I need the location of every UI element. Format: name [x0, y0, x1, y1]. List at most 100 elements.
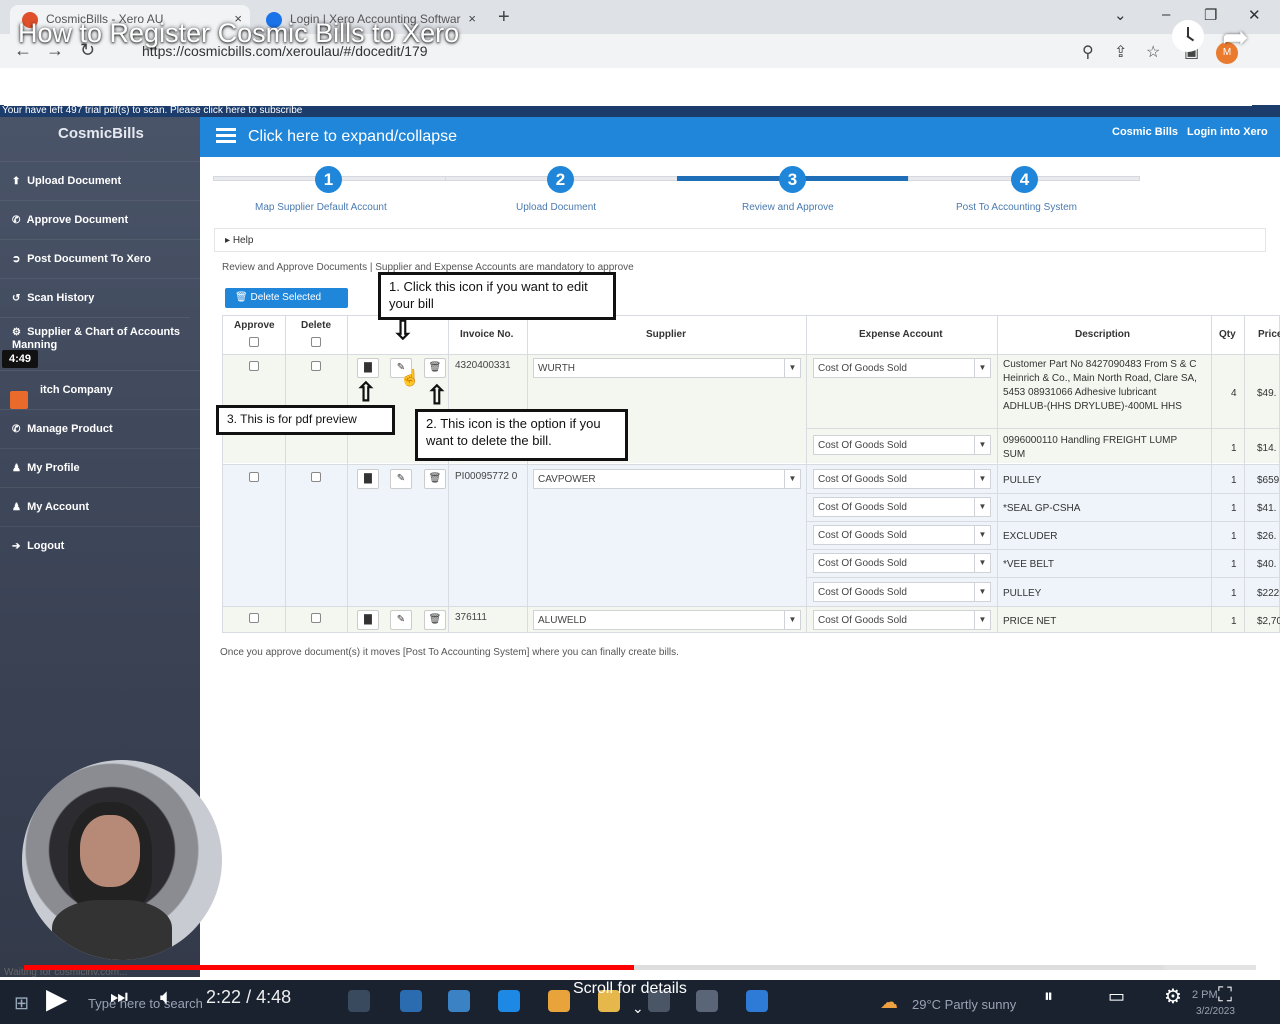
brand-logo[interactable]: CosmicBills	[58, 125, 144, 142]
expense-account-select[interactable]: Cost Of Goods Sold ▼	[813, 610, 991, 630]
edit-button[interactable]: ✎	[390, 469, 412, 489]
step-1-circle[interactable]: 1	[315, 166, 342, 193]
sidebar-item-scan-history[interactable]: ↺ Scan History	[0, 278, 200, 317]
next-video-icon[interactable]: ⏭	[110, 986, 128, 1009]
step-4-circle[interactable]: 4	[1011, 166, 1038, 193]
pdf-preview-button[interactable]: ▇	[357, 469, 379, 489]
mail-app-icon[interactable]	[400, 990, 422, 1012]
sidebar-item-upload-document[interactable]: ⬆ Upload Document	[0, 161, 200, 200]
pdf-preview-button[interactable]: ▇	[357, 358, 379, 378]
hamburger-menu-icon[interactable]	[216, 128, 236, 144]
new-tab-button[interactable]: +	[498, 6, 510, 29]
sidebar-item-post-document[interactable]: ➲ Post Document To Xero	[0, 239, 200, 278]
pdf-preview-button[interactable]: ▇	[357, 610, 379, 630]
edit-button[interactable]: ✎	[390, 610, 412, 630]
browser-app-icon[interactable]	[746, 990, 768, 1012]
expense-account-select[interactable]: Cost Of Goods Sold ▼	[813, 582, 991, 602]
divider	[997, 315, 998, 633]
sidebar-item-approve-document[interactable]: ✆ Approve Document	[0, 200, 200, 239]
col-supplier: Supplier	[646, 329, 687, 340]
logout-icon: ➔	[12, 541, 21, 552]
captions-icon[interactable]: ▭	[1108, 986, 1125, 1007]
delete-checkbox[interactable]	[311, 361, 321, 371]
maximize-button[interactable]: ❐	[1204, 6, 1217, 24]
arrow-circle-icon: ➲	[12, 254, 21, 265]
supplier-select[interactable]: WURTH ▼	[533, 358, 801, 378]
history-icon: ↺	[12, 293, 21, 304]
divider	[806, 493, 1280, 494]
expense-account-select[interactable]: Cost Of Goods Sold ▼	[813, 497, 991, 517]
expense-account-select[interactable]: Cost Of Goods Sold ▼	[813, 435, 991, 455]
divider	[806, 428, 1280, 429]
chevron-down-icon[interactable]: ⌄	[632, 1000, 644, 1017]
expense-account-select[interactable]: Cost Of Goods Sold ▼	[813, 358, 991, 378]
supplier-select[interactable]: ALUWELD ▼	[533, 610, 801, 630]
approve-all-checkbox[interactable]	[249, 337, 259, 347]
sidebar-item-label: Approve Document	[26, 214, 129, 226]
weather-text[interactable]: 29°C Partly sunny	[912, 997, 1016, 1012]
share-page-icon[interactable]: ⇪	[1114, 42, 1127, 62]
edge-app-icon[interactable]	[498, 990, 520, 1012]
delete-selected-label: Delete Selected	[250, 292, 322, 303]
settings-gear-icon[interactable]: ⚙	[1164, 984, 1182, 1009]
expense-account-select[interactable]: Cost Of Goods Sold ▼	[813, 525, 991, 545]
bookmark-star-icon[interactable]: ☆	[1146, 42, 1160, 62]
sidebar-item-my-account[interactable]: ♟ My Account	[0, 487, 200, 526]
delete-bill-button[interactable]: 🗑︎	[424, 358, 446, 378]
store-app-icon[interactable]	[448, 990, 470, 1012]
description-cell: PULLEY	[1003, 475, 1042, 486]
product-icon: ✆	[12, 424, 21, 435]
taskbar-clock[interactable]: 2 PM	[1192, 989, 1218, 1001]
price-cell: $222.	[1257, 588, 1280, 599]
scroll-for-details[interactable]: Scroll for details	[573, 980, 687, 998]
autoplay-toggle-icon[interactable]: ⏸	[1044, 986, 1053, 1007]
sidebar-item-switch-company[interactable]: itch Company	[0, 370, 200, 409]
taskbar-search[interactable]: Type here to search	[88, 996, 203, 1011]
login-into-xero-link[interactable]: Login into Xero	[1187, 126, 1268, 138]
trial-notice[interactable]: Your have left 497 trial pdf(s) to scan.…	[0, 105, 1280, 117]
sidebar-item-label: My Account	[27, 501, 89, 513]
tab-search-icon[interactable]: ⌄	[1114, 6, 1127, 24]
expense-account-select[interactable]: Cost Of Goods Sold ▼	[813, 469, 991, 489]
watch-later-icon[interactable]	[1172, 20, 1204, 52]
expense-account-select[interactable]: Cost Of Goods Sold ▼	[813, 553, 991, 573]
expense-account-value: Cost Of Goods Sold	[818, 615, 907, 626]
sidebar-item-manage-product[interactable]: ✆ Manage Product	[0, 409, 200, 448]
sidebar-item-my-profile[interactable]: ♟ My Profile	[0, 448, 200, 487]
delete-selected-button[interactable]: 🗑︎ Delete Selected	[225, 288, 348, 308]
approve-checkbox[interactable]	[249, 472, 259, 482]
video-title[interactable]: How to Register Cosmic Bills to Xero	[18, 18, 459, 49]
supplier-select[interactable]: CAVPOWER ▼	[533, 469, 801, 489]
invoice-number[interactable]: PI00095772 0	[455, 471, 525, 483]
volume-icon[interactable]: 🔈︎	[160, 984, 173, 1010]
task-view-icon[interactable]	[348, 990, 370, 1012]
delete-bill-button[interactable]: 🗑︎	[424, 469, 446, 489]
step-3-circle[interactable]: 3	[779, 166, 806, 193]
approve-checkbox[interactable]	[249, 361, 259, 371]
taskbar-date[interactable]: 3/2/2023	[1196, 1006, 1235, 1017]
approve-checkbox[interactable]	[249, 613, 259, 623]
chrome-app-icon[interactable]	[548, 990, 570, 1012]
qty-cell: 1	[1231, 559, 1237, 570]
help-toggle[interactable]: ▸ Help	[214, 228, 1266, 252]
share-icon[interactable]: ➦	[1222, 18, 1249, 56]
settings-app-icon[interactable]	[696, 990, 718, 1012]
zoom-icon[interactable]: ⚲	[1082, 42, 1094, 62]
delete-bill-button[interactable]: 🗑︎	[424, 610, 446, 630]
exit-fullscreen-icon[interactable]: ⛶	[1218, 984, 1232, 1007]
close-window-button[interactable]: ✕	[1248, 6, 1261, 24]
expand-collapse-toggle[interactable]: Click here to expand/collapse	[248, 128, 457, 146]
sidebar-item-label: Logout	[27, 540, 65, 552]
play-icon[interactable]: ▶	[46, 982, 68, 1015]
invoice-number[interactable]: 4320400331	[455, 360, 511, 372]
close-tab-icon[interactable]: ×	[468, 11, 476, 26]
windows-start-icon[interactable]: ⊞	[14, 993, 29, 1014]
invoice-number[interactable]: 376111	[455, 612, 487, 624]
minimize-button[interactable]: –	[1162, 6, 1170, 23]
delete-checkbox[interactable]	[311, 613, 321, 623]
step-2-circle[interactable]: 2	[547, 166, 574, 193]
cosmic-bills-link[interactable]: Cosmic Bills	[1112, 126, 1178, 138]
sidebar-item-logout[interactable]: ➔ Logout	[0, 526, 200, 565]
delete-all-checkbox[interactable]	[311, 337, 321, 347]
delete-checkbox[interactable]	[311, 472, 321, 482]
